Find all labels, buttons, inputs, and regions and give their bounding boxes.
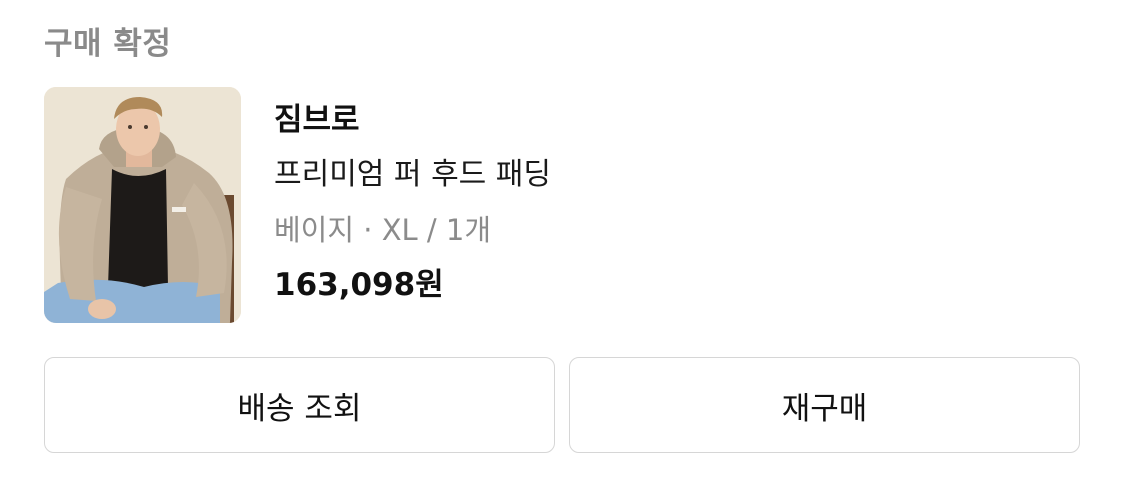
order-status-title: 구매 확정 <box>44 26 172 62</box>
repurchase-button[interactable]: 재구매 <box>569 357 1080 453</box>
track-delivery-button[interactable]: 배송 조회 <box>44 357 555 453</box>
product-photo <box>44 87 241 323</box>
product-info: 짐브로 프리미엄 퍼 후드 패딩 베이지 · XL / 1개 163,098원 <box>274 98 551 307</box>
product-name[interactable]: 프리미엄 퍼 후드 패딩 <box>274 155 551 195</box>
product-thumbnail[interactable] <box>44 87 241 323</box>
product-price: 163,098원 <box>274 267 444 303</box>
product-option: 베이지 · XL / 1개 <box>274 213 492 247</box>
brand-name[interactable]: 짐브로 <box>274 98 551 142</box>
